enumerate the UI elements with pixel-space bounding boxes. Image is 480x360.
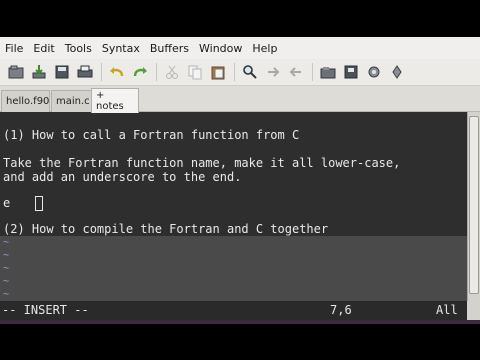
empty-line-marker: ~ xyxy=(3,250,10,261)
bottom-accent-strip xyxy=(0,320,480,324)
run-script-icon[interactable] xyxy=(364,62,384,82)
save-icon[interactable] xyxy=(52,62,72,82)
toolbar-separator xyxy=(101,63,102,81)
copy-icon[interactable] xyxy=(185,62,205,82)
empty-line-marker: ~ xyxy=(3,263,10,274)
toolbar-separator xyxy=(312,63,313,81)
open-icon[interactable] xyxy=(6,62,26,82)
toolbar-separator xyxy=(156,63,157,81)
menu-tools[interactable]: Tools xyxy=(65,42,92,55)
bottom-black-band xyxy=(0,320,480,360)
gvim-window: File Edit Tools Syntax Buffers Window He… xyxy=(0,0,480,360)
menu-edit[interactable]: Edit xyxy=(33,42,54,55)
make-icon[interactable] xyxy=(387,62,407,82)
menu-buffers[interactable]: Buffers xyxy=(150,42,189,55)
menu-bar: File Edit Tools Syntax Buffers Window He… xyxy=(0,37,480,59)
find-prev-icon[interactable] xyxy=(286,62,306,82)
menu-window[interactable]: Window xyxy=(199,42,242,55)
empty-line-marker: ~ xyxy=(3,289,10,300)
top-black-band xyxy=(0,0,480,37)
editor-line: e xyxy=(3,196,11,210)
editor-line: (2) How to compile the Fortran and C tog… xyxy=(3,222,329,236)
empty-buffer-area: ~ ~ ~ ~ ~ xyxy=(0,236,467,301)
find-replace-icon[interactable] xyxy=(240,62,260,82)
menu-help[interactable]: Help xyxy=(252,42,277,55)
toolbar-separator xyxy=(234,63,235,81)
tab-hello-f90[interactable]: hello.f90 xyxy=(1,90,50,112)
load-session-icon[interactable] xyxy=(318,62,338,82)
paste-icon[interactable] xyxy=(208,62,228,82)
empty-line-marker: ~ xyxy=(3,276,10,287)
status-line: -- INSERT -- 7,6 All xyxy=(0,301,467,320)
mode-indicator: -- INSERT -- xyxy=(2,303,89,317)
tab-bar: hello.f90 main.c + notes xyxy=(0,86,480,113)
scroll-position: All xyxy=(436,303,458,317)
redo-icon[interactable] xyxy=(130,62,150,82)
cut-icon[interactable] xyxy=(162,62,182,82)
editor-line: and add an underscore to the end. xyxy=(3,170,242,184)
vertical-scrollbar[interactable] xyxy=(467,112,480,301)
tab-main-c[interactable]: main.c xyxy=(51,90,92,112)
empty-line-marker: ~ xyxy=(3,237,10,248)
cursor-position: 7,6 xyxy=(330,303,352,317)
editor-line: Take the Fortran function name, make it … xyxy=(3,156,401,170)
save-session-icon[interactable] xyxy=(341,62,361,82)
menu-file[interactable]: File xyxy=(5,42,23,55)
scrollbar-thumb[interactable] xyxy=(469,116,479,294)
status-corner xyxy=(467,301,480,320)
editor-line: (1) How to call a Fortran function from … xyxy=(3,128,300,142)
text-cursor xyxy=(35,196,43,211)
undo-icon[interactable] xyxy=(107,62,127,82)
print-icon[interactable] xyxy=(75,62,95,82)
menu-syntax[interactable]: Syntax xyxy=(102,42,140,55)
find-next-icon[interactable] xyxy=(263,62,283,82)
save-download-icon[interactable] xyxy=(29,62,49,82)
tab-notes[interactable]: + notes xyxy=(91,88,139,113)
toolbar xyxy=(0,59,480,86)
